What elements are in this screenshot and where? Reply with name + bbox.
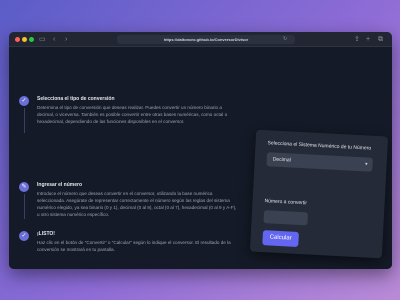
- new-tab-icon[interactable]: +: [366, 34, 370, 45]
- calculate-button[interactable]: Calcular: [262, 230, 299, 247]
- number-input[interactable]: [263, 210, 309, 226]
- chevron-down-icon: ▾: [364, 161, 368, 168]
- step-connector: [23, 194, 25, 219]
- maximize-window-button[interactable]: [29, 37, 34, 42]
- step-2-badge: ✎: [19, 182, 29, 192]
- close-window-button[interactable]: [15, 37, 20, 42]
- tabs-overview-icon[interactable]: ⧉: [378, 34, 383, 45]
- address-bar[interactable]: https://daltonoro.github.io/ConversorDiv…: [117, 35, 295, 44]
- step-connector: [23, 108, 25, 133]
- step-1-title: Selecciona el tipo de conversión: [37, 96, 115, 102]
- reload-icon[interactable]: ↻: [283, 34, 287, 45]
- back-icon[interactable]: ‹: [53, 34, 55, 45]
- sidebar-icon[interactable]: ▭: [39, 34, 46, 45]
- step-3-badge: ✓: [19, 231, 29, 241]
- page-content: ✓ Selecciona el tipo de conversión Deter…: [9, 47, 392, 269]
- select-label: Selecciona el Sistema Numérico de tu Núm…: [267, 140, 372, 152]
- browser-window: ▭ ‹ › https://daltonoro.github.io/Conver…: [9, 32, 392, 269]
- forward-icon[interactable]: ›: [65, 34, 67, 45]
- number-system-select[interactable]: Decimal ▾: [266, 152, 373, 172]
- select-value: Decimal: [272, 156, 291, 164]
- step-1-text: Determina el tipo de conversión que dese…: [37, 105, 228, 124]
- step-3-title: ¡LISTO!: [37, 231, 55, 237]
- step-1-badge: ✓: [19, 96, 29, 106]
- minimize-window-button[interactable]: [22, 37, 27, 42]
- input-label: Número a convertir: [264, 198, 308, 207]
- share-icon[interactable]: ⇪: [354, 34, 360, 45]
- browser-toolbar: ▭ ‹ › https://daltonoro.github.io/Conver…: [9, 32, 392, 47]
- step-2-text: Introduce el número que deseas convertir…: [37, 191, 237, 217]
- step-2-title: Ingresar el número: [37, 182, 83, 188]
- step-3-text: Haz clic en el botón de "Convertir" o "C…: [37, 240, 231, 252]
- converter-panel: Selecciona el Sistema Numérico de tu Núm…: [249, 129, 389, 259]
